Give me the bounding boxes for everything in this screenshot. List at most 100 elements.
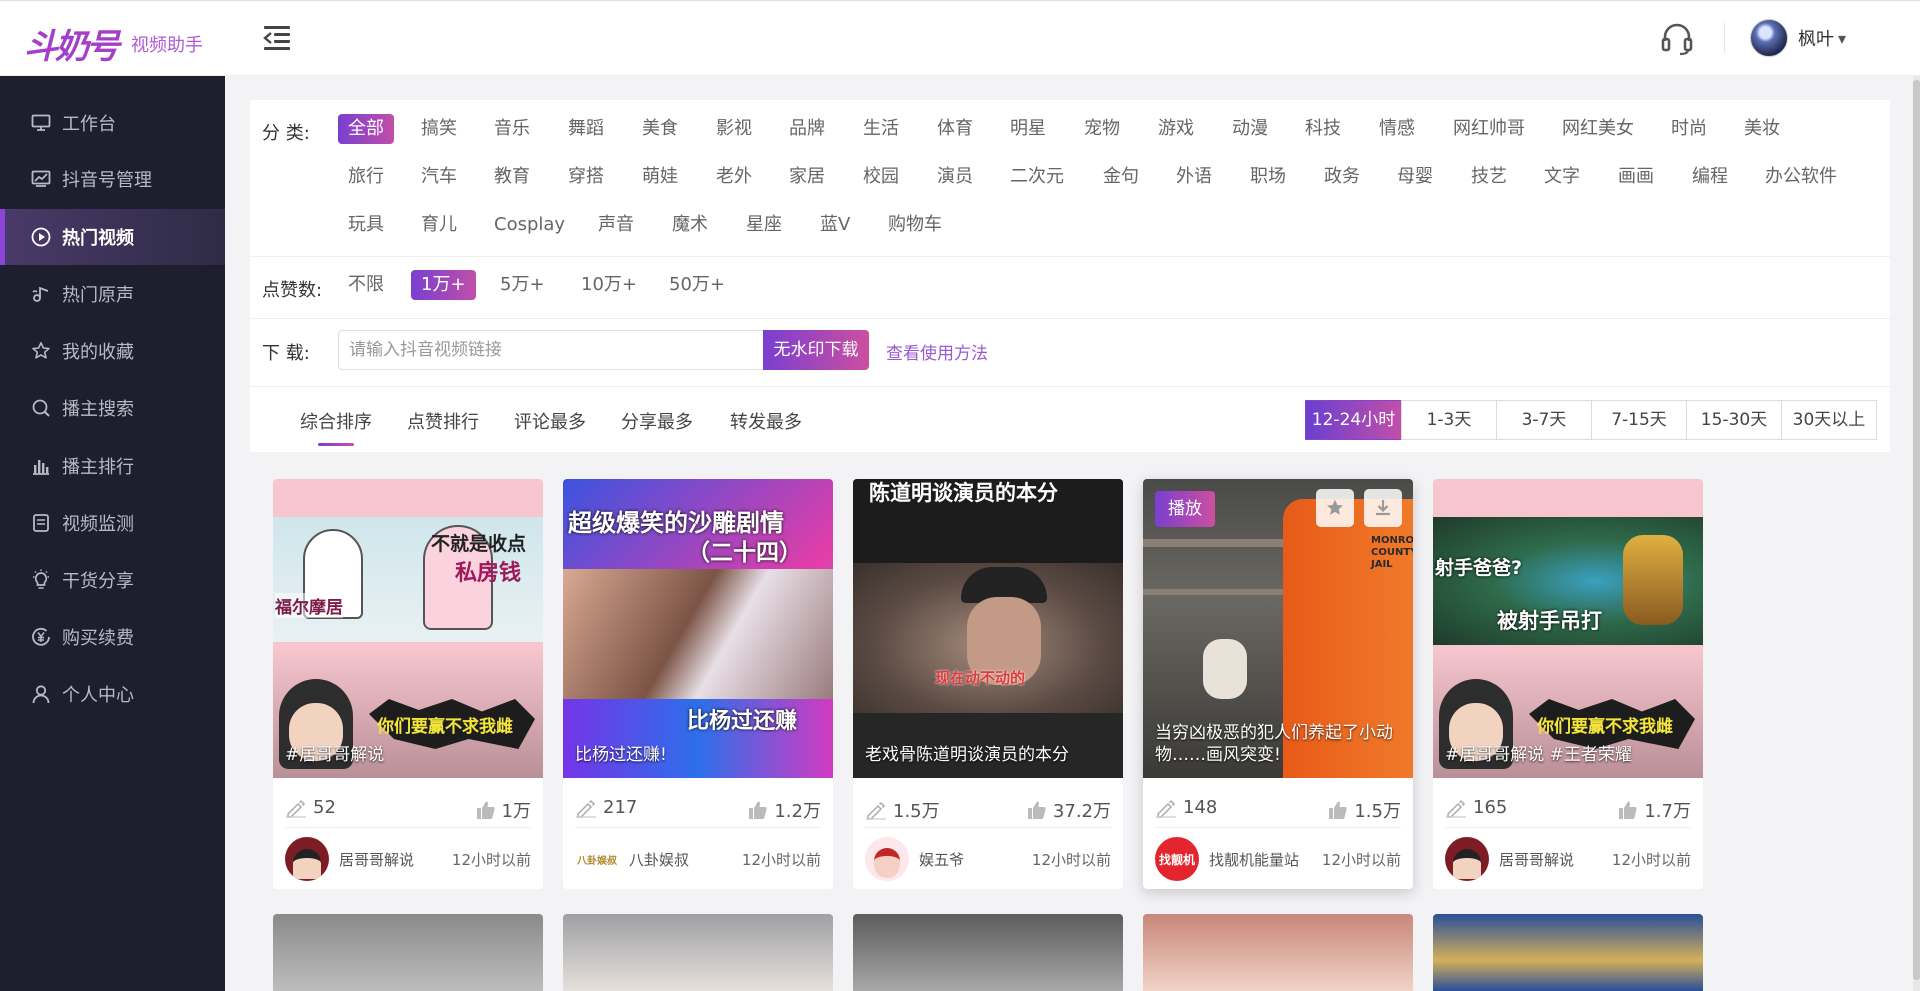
category-chip[interactable]: 搞笑 bbox=[411, 114, 467, 144]
category-chip[interactable]: 时尚 bbox=[1661, 114, 1717, 144]
category-chip[interactable]: 家居 bbox=[779, 162, 835, 192]
sort-tab[interactable]: 评论最多 bbox=[514, 408, 586, 434]
category-chip[interactable]: 体育 bbox=[927, 114, 983, 144]
category-chip[interactable]: 演员 bbox=[927, 162, 983, 192]
sidebar-item-favorites[interactable]: 我的收藏 bbox=[0, 323, 225, 379]
likes-chip[interactable]: 不限 bbox=[338, 270, 394, 300]
page-scrollbar[interactable] bbox=[1913, 76, 1920, 991]
category-chip[interactable]: 舞蹈 bbox=[558, 114, 614, 144]
author-name[interactable]: 居哥哥解说 bbox=[1499, 849, 1612, 870]
category-chip[interactable]: 网红美女 bbox=[1552, 114, 1644, 144]
category-chip[interactable]: 生活 bbox=[853, 114, 909, 144]
category-chip[interactable]: 旅行 bbox=[338, 162, 394, 192]
author-avatar[interactable]: 找靓机 bbox=[1155, 837, 1199, 881]
category-chip[interactable]: 金句 bbox=[1093, 162, 1149, 192]
download-icon[interactable] bbox=[1364, 489, 1402, 527]
likes-chip[interactable]: 1万+ bbox=[411, 270, 476, 300]
time-range-button[interactable]: 15-30天 bbox=[1686, 400, 1782, 440]
video-card-partial[interactable] bbox=[563, 914, 833, 991]
category-chip[interactable]: 职场 bbox=[1240, 162, 1296, 192]
category-chip[interactable]: 母婴 bbox=[1387, 162, 1443, 192]
user-avatar[interactable] bbox=[1750, 19, 1788, 57]
download-no-watermark-button[interactable]: 无水印下载 bbox=[763, 330, 869, 370]
sidebar-item-creator-ranking[interactable]: 播主排行 bbox=[0, 438, 225, 494]
video-card[interactable]: MONROE COUNTY JAIL 播放 当穷凶极恶的犯人们养起了小动物……画… bbox=[1143, 479, 1413, 889]
category-chip[interactable]: 动漫 bbox=[1222, 114, 1278, 144]
category-chip[interactable]: 穿搭 bbox=[558, 162, 614, 192]
author-row[interactable]: 找靓机 找靓机能量站 12小时以前 bbox=[1155, 835, 1401, 883]
category-chip[interactable]: 音乐 bbox=[484, 114, 540, 144]
likes-chip[interactable]: 10万+ bbox=[571, 270, 647, 300]
category-chip[interactable]: 玩具 bbox=[338, 210, 394, 240]
favorite-star-icon[interactable] bbox=[1316, 489, 1354, 527]
video-thumbnail[interactable]: 射手爸爸? 被射手吊打 你们要赢不求我雌 #居哥哥解说 #王者荣耀 bbox=[1433, 479, 1703, 778]
author-avatar[interactable] bbox=[1445, 837, 1489, 881]
video-card[interactable]: 射手爸爸? 被射手吊打 你们要赢不求我雌 #居哥哥解说 #王者荣耀 165 1.… bbox=[1433, 479, 1703, 889]
video-thumbnail[interactable]: 陈道明谈演员的本分 现在动不动的 老戏骨陈道明谈演员的本分 bbox=[853, 479, 1123, 778]
author-row[interactable]: 居哥哥解说 12小时以前 bbox=[1445, 835, 1691, 883]
author-row[interactable]: 娱五爷 12小时以前 bbox=[865, 835, 1111, 883]
time-range-button[interactable]: 12-24小时 bbox=[1305, 400, 1402, 440]
category-chip[interactable]: 魔术 bbox=[662, 210, 718, 240]
author-name[interactable]: 娱五爷 bbox=[919, 849, 1032, 870]
category-chip[interactable]: 老外 bbox=[706, 162, 762, 192]
sidebar-item-tips-share[interactable]: 干货分享 bbox=[0, 552, 225, 608]
sort-tab[interactable]: 点赞排行 bbox=[407, 408, 479, 434]
category-chip[interactable]: 二次元 bbox=[1000, 162, 1074, 192]
category-chip[interactable]: Cosplay bbox=[484, 210, 575, 240]
category-chip[interactable]: 萌娃 bbox=[632, 162, 688, 192]
video-card[interactable]: 超级爆笑的沙雕剧情 （二十四） 比杨过还赚 比杨过还赚! 217 1.2万 八卦… bbox=[563, 479, 833, 889]
category-chip[interactable]: 文字 bbox=[1534, 162, 1590, 192]
video-card-partial[interactable] bbox=[273, 914, 543, 991]
time-range-button[interactable]: 30天以上 bbox=[1781, 400, 1877, 440]
video-card-partial[interactable] bbox=[1143, 914, 1413, 991]
sidebar-item-creator-search[interactable]: 播主搜索 bbox=[0, 380, 225, 436]
collapse-sidebar-icon[interactable] bbox=[262, 23, 292, 53]
category-chip[interactable]: 育儿 bbox=[411, 210, 467, 240]
video-thumbnail[interactable]: 不就是收点 私房钱 福尔摩居 你们要赢不求我雌 #居哥哥解说 bbox=[273, 479, 543, 778]
time-range-button[interactable]: 1-3天 bbox=[1401, 400, 1497, 440]
category-chip[interactable]: 网红帅哥 bbox=[1443, 114, 1535, 144]
time-range-button[interactable]: 3-7天 bbox=[1496, 400, 1592, 440]
sidebar-item-purchase[interactable]: 购买续费 bbox=[0, 609, 225, 665]
scrollbar-thumb[interactable] bbox=[1913, 80, 1920, 980]
category-chip[interactable]: 校园 bbox=[853, 162, 909, 192]
category-chip[interactable]: 政务 bbox=[1314, 162, 1370, 192]
category-chip[interactable]: 办公软件 bbox=[1755, 162, 1847, 192]
category-chip[interactable]: 宠物 bbox=[1074, 114, 1130, 144]
sidebar-item-account-manage[interactable]: 抖音号管理 bbox=[0, 151, 225, 207]
sidebar-item-workbench[interactable]: 工作台 bbox=[0, 95, 225, 151]
video-link-input[interactable] bbox=[338, 330, 764, 370]
category-chip[interactable]: 编程 bbox=[1682, 162, 1738, 192]
category-chip[interactable]: 教育 bbox=[484, 162, 540, 192]
usage-help-link[interactable]: 查看使用方法 bbox=[886, 339, 988, 364]
sort-tab[interactable]: 转发最多 bbox=[730, 408, 802, 434]
user-menu[interactable]: 枫叶 ▾ bbox=[1750, 19, 1846, 57]
category-chip[interactable]: 明星 bbox=[1000, 114, 1056, 144]
category-chip[interactable]: 外语 bbox=[1166, 162, 1222, 192]
author-name[interactable]: 居哥哥解说 bbox=[339, 849, 452, 870]
category-chip[interactable]: 影视 bbox=[706, 114, 762, 144]
category-chip[interactable]: 画画 bbox=[1608, 162, 1664, 192]
author-avatar[interactable]: 八卦娱叔 bbox=[575, 837, 619, 881]
author-avatar[interactable] bbox=[285, 837, 329, 881]
category-chip[interactable]: 美妆 bbox=[1734, 114, 1790, 144]
category-chip[interactable]: 科技 bbox=[1295, 114, 1351, 144]
category-chip[interactable]: 购物车 bbox=[878, 210, 952, 240]
likes-chip[interactable]: 5万+ bbox=[490, 270, 555, 300]
sidebar-item-profile[interactable]: 个人中心 bbox=[0, 666, 225, 722]
author-row[interactable]: 八卦娱叔 八卦娱叔 12小时以前 bbox=[575, 835, 821, 883]
customer-service-headset-icon[interactable] bbox=[1660, 21, 1694, 57]
time-range-button[interactable]: 7-15天 bbox=[1591, 400, 1687, 440]
video-thumbnail[interactable]: 超级爆笑的沙雕剧情 （二十四） 比杨过还赚 比杨过还赚! bbox=[563, 479, 833, 778]
author-name[interactable]: 找靓机能量站 bbox=[1209, 849, 1322, 870]
video-thumbnail[interactable]: MONROE COUNTY JAIL 播放 当穷凶极恶的犯人们养起了小动物……画… bbox=[1143, 479, 1413, 778]
sidebar-item-hot-sounds[interactable]: 热门原声 bbox=[0, 266, 225, 322]
author-name[interactable]: 八卦娱叔 bbox=[629, 849, 742, 870]
sidebar-item-hot-videos[interactable]: 热门视频 bbox=[0, 209, 225, 265]
category-chip[interactable]: 全部 bbox=[338, 114, 394, 144]
category-chip[interactable]: 汽车 bbox=[411, 162, 467, 192]
likes-chip[interactable]: 50万+ bbox=[659, 270, 735, 300]
sort-tab[interactable]: 综合排序 bbox=[300, 408, 372, 446]
chevron-down-icon[interactable]: ▾ bbox=[1838, 29, 1846, 48]
